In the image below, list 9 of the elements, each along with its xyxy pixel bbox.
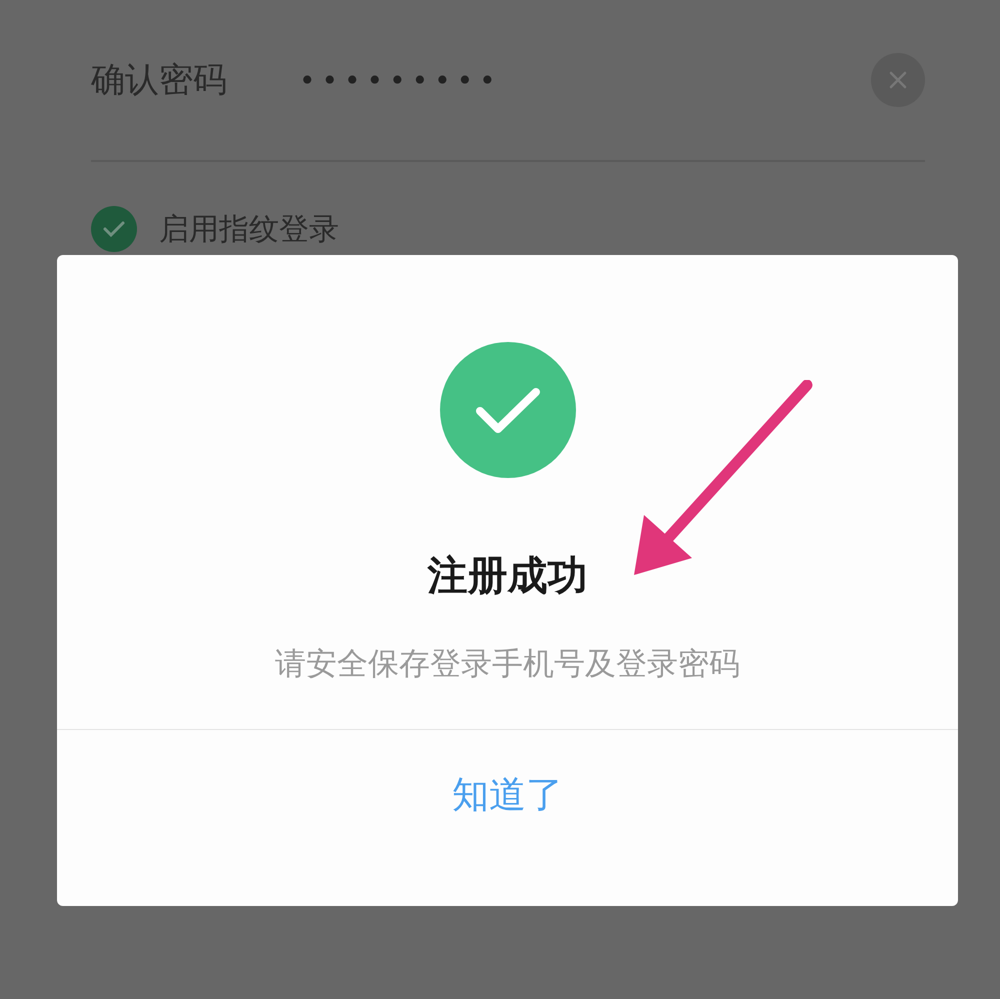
confirm-button[interactable]: 知道了 [422, 760, 593, 830]
checkbox-icon[interactable] [91, 206, 137, 252]
success-check-icon [440, 342, 576, 478]
password-field[interactable]: ••••••••• [299, 64, 871, 96]
clear-icon[interactable] [871, 53, 925, 107]
checkbox-label: 启用指纹登录 [159, 210, 339, 248]
dialog-title: 注册成功 [428, 552, 588, 601]
dialog-message: 请安全保存登录手机号及登录密码 [275, 645, 740, 684]
field-label: 确认密码 [91, 59, 228, 102]
